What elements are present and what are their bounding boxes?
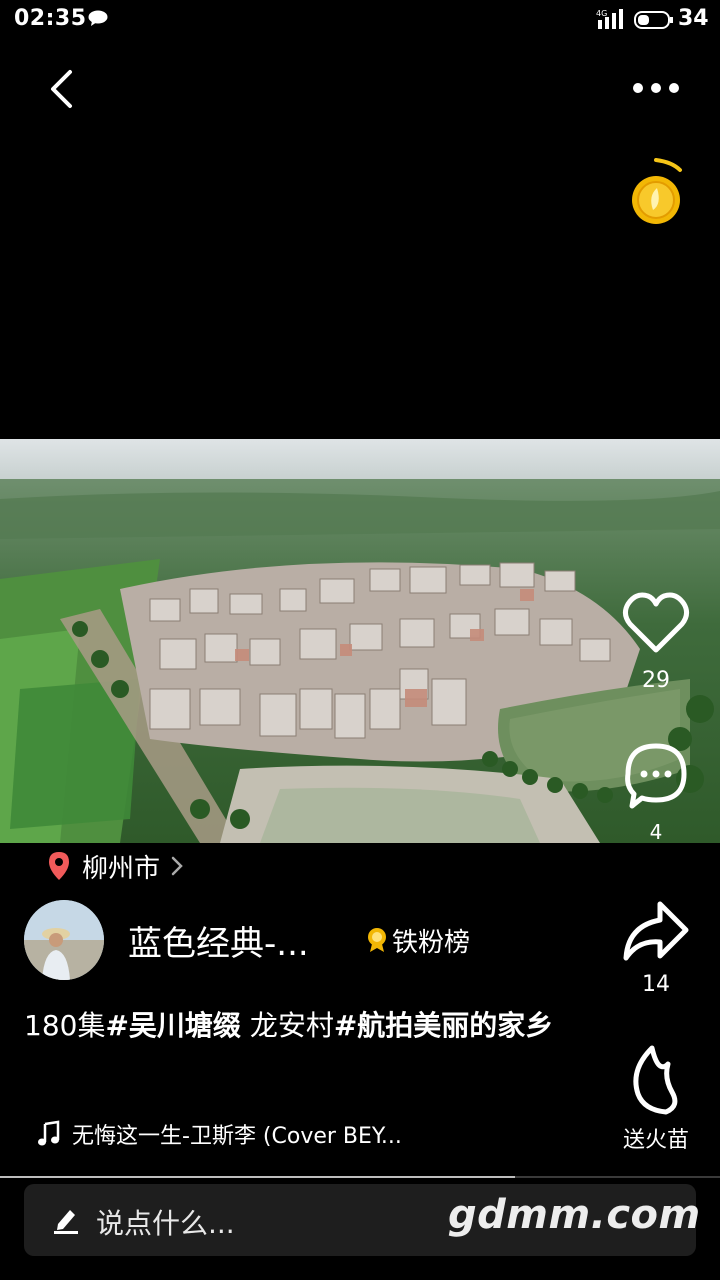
share-count: 14 xyxy=(642,972,670,997)
medal-icon xyxy=(368,928,386,952)
caption-text: 180集 xyxy=(24,1009,106,1042)
coin-icon[interactable] xyxy=(626,156,686,228)
message-notification-icon xyxy=(88,10,108,26)
video-progress-fill xyxy=(0,1176,515,1178)
back-icon[interactable] xyxy=(40,62,86,116)
comment-count: 4 xyxy=(649,820,663,844)
video-caption[interactable]: 180集#吴川塘缀 龙安村#航拍美丽的家乡 xyxy=(24,1006,584,1046)
music-note-icon xyxy=(38,1120,60,1146)
avatar-image xyxy=(24,900,104,980)
send-fire-label[interactable]: 送火苗 xyxy=(610,1122,702,1154)
music-info[interactable]: 无悔这一生-卫斯李 (Cover BEY... xyxy=(36,1116,402,1152)
watermark-text: gdmm.com xyxy=(448,1192,701,1238)
comment-icon[interactable] xyxy=(620,740,692,812)
battery-icon xyxy=(634,11,673,29)
location-tag[interactable]: 柳州市 xyxy=(48,848,184,884)
like-count: 29 xyxy=(642,668,670,693)
fire-icon[interactable] xyxy=(628,1044,684,1116)
chevron-right-icon xyxy=(171,856,183,876)
battery-level: 34 xyxy=(678,6,709,31)
fans-board-button[interactable]: 铁粉榜 xyxy=(366,922,470,958)
avatar[interactable] xyxy=(24,900,104,980)
status-bar: 02:35 4G 34 xyxy=(0,0,720,40)
video-frame-image xyxy=(0,439,720,843)
svg-text:4G: 4G xyxy=(596,9,607,18)
heart-icon[interactable] xyxy=(620,588,692,658)
author-name[interactable]: 蓝色经典-... xyxy=(128,916,309,965)
music-title: 无悔这一生-卫斯李 (Cover BEY... xyxy=(72,1124,402,1149)
comment-input[interactable]: 说点什么... xyxy=(96,1202,235,1242)
fans-board-label: 铁粉榜 xyxy=(392,927,471,958)
pen-icon xyxy=(54,1210,78,1234)
status-time: 02:35 xyxy=(14,6,87,31)
location-pin-icon xyxy=(49,852,69,880)
hashtag-link[interactable]: #航拍美丽的家乡 xyxy=(334,1009,553,1042)
share-icon[interactable] xyxy=(620,896,692,966)
signal-icon: 4G xyxy=(596,9,623,29)
hashtag-link[interactable]: #吴川塘缀 xyxy=(105,1009,240,1042)
location-name: 柳州市 xyxy=(82,853,161,884)
video-player[interactable] xyxy=(0,439,720,843)
caption-text: 龙安村 xyxy=(240,1009,334,1042)
more-icon[interactable] xyxy=(628,70,684,106)
